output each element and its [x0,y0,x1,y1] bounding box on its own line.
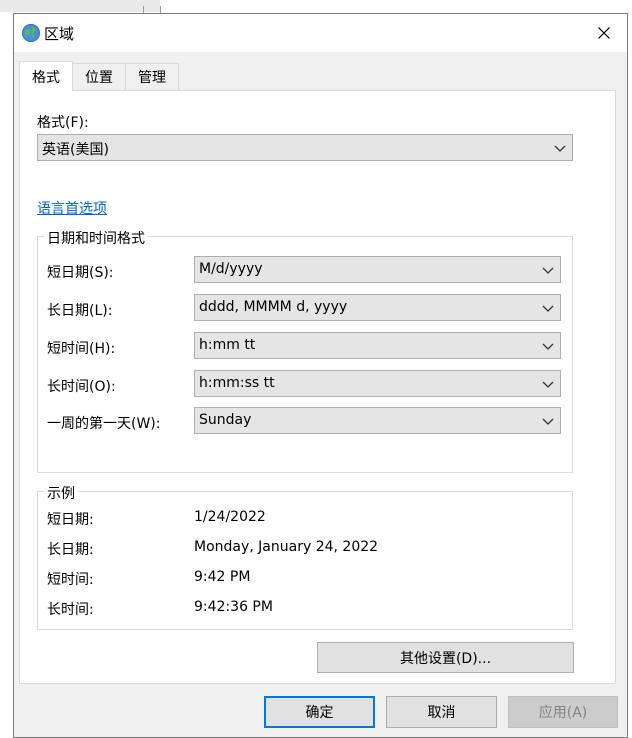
cancel-button[interactable]: 取消 [386,696,497,728]
long-date-dropdown[interactable]: dddd, MMMM d, yyyy [194,294,561,321]
background-window-edge [160,6,161,13]
apply-label: 应用(A) [538,705,588,721]
long-date-label: 长日期(L): [47,303,113,319]
globe-icon [22,24,40,42]
close-button[interactable] [581,14,627,52]
format-dropdown[interactable]: 英语(美国) [37,134,573,161]
cancel-label: 取消 [427,705,456,721]
tab-label: 格式 [32,69,60,86]
long-time-label: 长时间(O): [47,379,116,395]
language-preferences-link[interactable]: 语言首选项 [37,198,107,218]
long-time-value: h:mm:ss tt [199,375,275,391]
tab-label: 管理 [138,70,166,86]
region-dialog: 区域 格式 位置 管理 格式(F): 英语(美国) 语言首选项 日期和时间格式 … [13,13,628,738]
format-tab-panel: 格式(F): 英语(美国) 语言首选项 日期和时间格式 短日期(S): M/d/… [19,90,616,684]
datetime-group-title: 日期和时间格式 [44,228,148,248]
background-window-strip [0,0,160,12]
title-bar[interactable]: 区域 [14,14,627,52]
short-date-label: 短日期(S): [47,265,114,281]
first-day-of-week-dropdown[interactable]: Sunday [194,407,561,434]
example-short-time-value: 9:42 PM [194,569,251,585]
short-time-value: h:mm tt [199,337,256,353]
window-title: 区域 [44,25,75,43]
tab-format[interactable]: 格式 [19,61,73,91]
example-short-date-label: 短日期: [47,512,94,528]
short-date-value: M/d/yyyy [199,261,263,277]
ok-label: 确定 [305,705,334,721]
format-value: 英语(美国) [42,142,109,158]
other-settings-button[interactable]: 其他设置(D)... [317,642,574,673]
short-time-label: 短时间(H): [47,341,116,357]
tab-administrative[interactable]: 管理 [125,63,179,90]
chevron-down-icon [554,145,566,152]
example-short-time-label: 短时间: [47,572,94,588]
example-long-date-value: Monday, January 24, 2022 [194,539,379,555]
other-settings-label: 其他设置(D)... [399,650,492,667]
format-label: 格式(F): [37,115,89,131]
ok-button[interactable]: 确定 [264,696,375,728]
example-long-time-value: 9:42:36 PM [194,599,273,615]
example-long-date-label: 长日期: [47,542,94,558]
first-day-of-week-label: 一周的第一天(W): [47,416,161,432]
chevron-down-icon [542,305,554,312]
chevron-down-icon [542,343,554,350]
chevron-down-icon [542,418,554,425]
tab-location[interactable]: 位置 [72,63,126,90]
examples-group-title: 示例 [44,483,78,503]
examples-group [37,491,573,630]
example-long-time-label: 长时间: [47,602,94,618]
chevron-down-icon [542,381,554,388]
apply-button: 应用(A) [508,696,618,728]
example-short-date-value: 1/24/2022 [194,509,266,525]
tab-label: 位置 [85,70,113,86]
chevron-down-icon [542,267,554,274]
close-icon [598,27,610,39]
long-time-dropdown[interactable]: h:mm:ss tt [194,370,561,397]
background-window-edge [143,6,144,13]
short-date-dropdown[interactable]: M/d/yyyy [194,256,561,283]
first-day-of-week-value: Sunday [199,412,252,428]
short-time-dropdown[interactable]: h:mm tt [194,332,561,359]
long-date-value: dddd, MMMM d, yyyy [199,299,348,315]
